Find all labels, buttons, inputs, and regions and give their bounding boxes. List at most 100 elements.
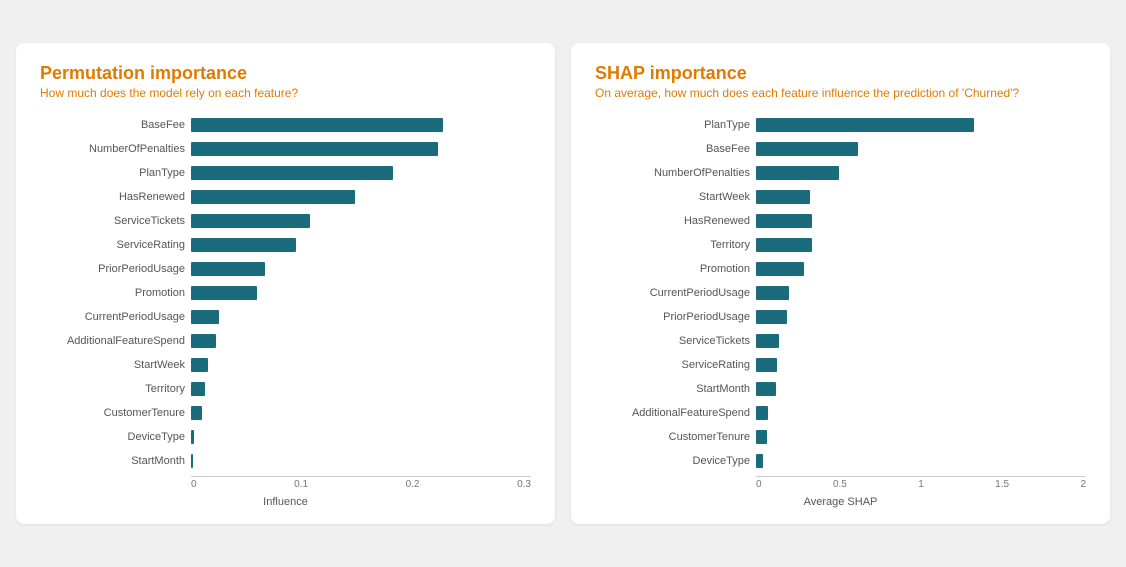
permutation-axis-label: Influence — [40, 496, 531, 508]
tick-label: 0.3 — [517, 479, 531, 490]
bar-label: StartWeek — [40, 359, 185, 371]
shap-subtitle: On average, how much does each feature i… — [595, 86, 1086, 100]
bar-track — [756, 406, 1086, 420]
bar-fill — [191, 358, 208, 372]
tick-label: 1 — [918, 479, 924, 490]
bar-row: ServiceTickets — [40, 210, 531, 232]
bar-track — [191, 382, 531, 396]
bar-track — [756, 118, 1086, 132]
bar-label: CustomerTenure — [40, 407, 185, 419]
shap-chart-inner: PlanType BaseFee NumberOfPenalties StartWee… — [595, 114, 1086, 490]
bar-track — [756, 262, 1086, 276]
bar-fill — [191, 430, 194, 444]
bar-row: CurrentPeriodUsage — [595, 282, 1086, 304]
bar-label: ServiceRating — [40, 239, 185, 251]
bar-fill — [191, 118, 443, 132]
bar-fill — [191, 238, 296, 252]
bar-row: CurrentPeriodUsage — [40, 306, 531, 328]
bar-row: Territory — [40, 378, 531, 400]
permutation-importance-card: Permutation importance How much does the… — [16, 43, 555, 524]
bar-track — [191, 334, 531, 348]
bar-label: BaseFee — [40, 119, 185, 131]
bar-label: DeviceType — [595, 455, 750, 467]
bar-fill — [756, 262, 804, 276]
bar-label: HasRenewed — [595, 215, 750, 227]
bar-fill — [191, 454, 193, 468]
tick-label: 0.1 — [294, 479, 308, 490]
bar-track — [191, 454, 531, 468]
shap-title: SHAP importance — [595, 63, 1086, 84]
bar-row: CustomerTenure — [40, 402, 531, 424]
bar-row: NumberOfPenalties — [40, 138, 531, 160]
bar-fill — [756, 454, 763, 468]
bar-track — [191, 310, 531, 324]
bar-track — [191, 166, 531, 180]
bar-fill — [756, 286, 789, 300]
bar-fill — [756, 334, 779, 348]
bar-fill — [756, 190, 810, 204]
bar-label: NumberOfPenalties — [40, 143, 185, 155]
bar-track — [756, 334, 1086, 348]
bar-row: BaseFee — [40, 114, 531, 136]
bar-track — [756, 430, 1086, 444]
bar-fill — [191, 262, 265, 276]
shap-importance-card: SHAP importance On average, how much doe… — [571, 43, 1110, 524]
bar-fill — [191, 382, 205, 396]
x-axis-ticks: 00.511.52 — [756, 479, 1086, 490]
bar-fill — [756, 142, 858, 156]
bar-row: AdditionalFeatureSpend — [40, 330, 531, 352]
bar-label: Promotion — [40, 287, 185, 299]
bar-track — [191, 262, 531, 276]
bar-label: DeviceType — [40, 431, 185, 443]
shap-chart-bars: PlanType BaseFee NumberOfPenalties StartWee… — [595, 114, 1086, 474]
bar-track — [756, 358, 1086, 372]
bar-label: AdditionalFeatureSpend — [40, 335, 185, 347]
bar-fill — [191, 190, 355, 204]
bar-label: PlanType — [595, 119, 750, 131]
tick-label: 0 — [756, 479, 762, 490]
bar-label: ServiceTickets — [40, 215, 185, 227]
bar-track — [191, 286, 531, 300]
bar-track — [756, 286, 1086, 300]
bar-label: CustomerTenure — [595, 431, 750, 443]
charts-container: Permutation importance How much does the… — [16, 43, 1110, 524]
bar-row: PlanType — [595, 114, 1086, 136]
bar-label: PriorPeriodUsage — [40, 263, 185, 275]
bar-track — [756, 382, 1086, 396]
bar-track — [191, 358, 531, 372]
tick-label: 0.5 — [833, 479, 847, 490]
bar-track — [756, 454, 1086, 468]
bar-row: ServiceTickets — [595, 330, 1086, 352]
shap-axis-label: Average SHAP — [595, 496, 1086, 508]
bar-label: BaseFee — [595, 143, 750, 155]
bar-track — [191, 190, 531, 204]
bar-track — [756, 142, 1086, 156]
bar-row: HasRenewed — [40, 186, 531, 208]
bar-row: ServiceRating — [40, 234, 531, 256]
bar-track — [191, 238, 531, 252]
bar-fill — [191, 310, 219, 324]
bar-fill — [191, 406, 202, 420]
bar-track — [191, 118, 531, 132]
bar-label: HasRenewed — [40, 191, 185, 203]
bar-track — [191, 430, 531, 444]
bar-fill — [191, 214, 310, 228]
bar-fill — [756, 118, 974, 132]
bar-label: Territory — [595, 239, 750, 251]
bar-label: AdditionalFeatureSpend — [595, 407, 750, 419]
tick-label: 2 — [1080, 479, 1086, 490]
bar-row: NumberOfPenalties — [595, 162, 1086, 184]
bar-label: Territory — [40, 383, 185, 395]
tick-label: 0 — [191, 479, 197, 490]
bar-fill — [756, 382, 776, 396]
bar-row: Promotion — [595, 258, 1086, 280]
bar-label: Promotion — [595, 263, 750, 275]
bar-track — [756, 310, 1086, 324]
bar-fill — [191, 286, 257, 300]
bar-row: DeviceType — [40, 426, 531, 448]
bar-row: CustomerTenure — [595, 426, 1086, 448]
bar-label: StartMonth — [40, 455, 185, 467]
bar-row: Promotion — [40, 282, 531, 304]
bar-track — [756, 166, 1086, 180]
bar-label: StartWeek — [595, 191, 750, 203]
